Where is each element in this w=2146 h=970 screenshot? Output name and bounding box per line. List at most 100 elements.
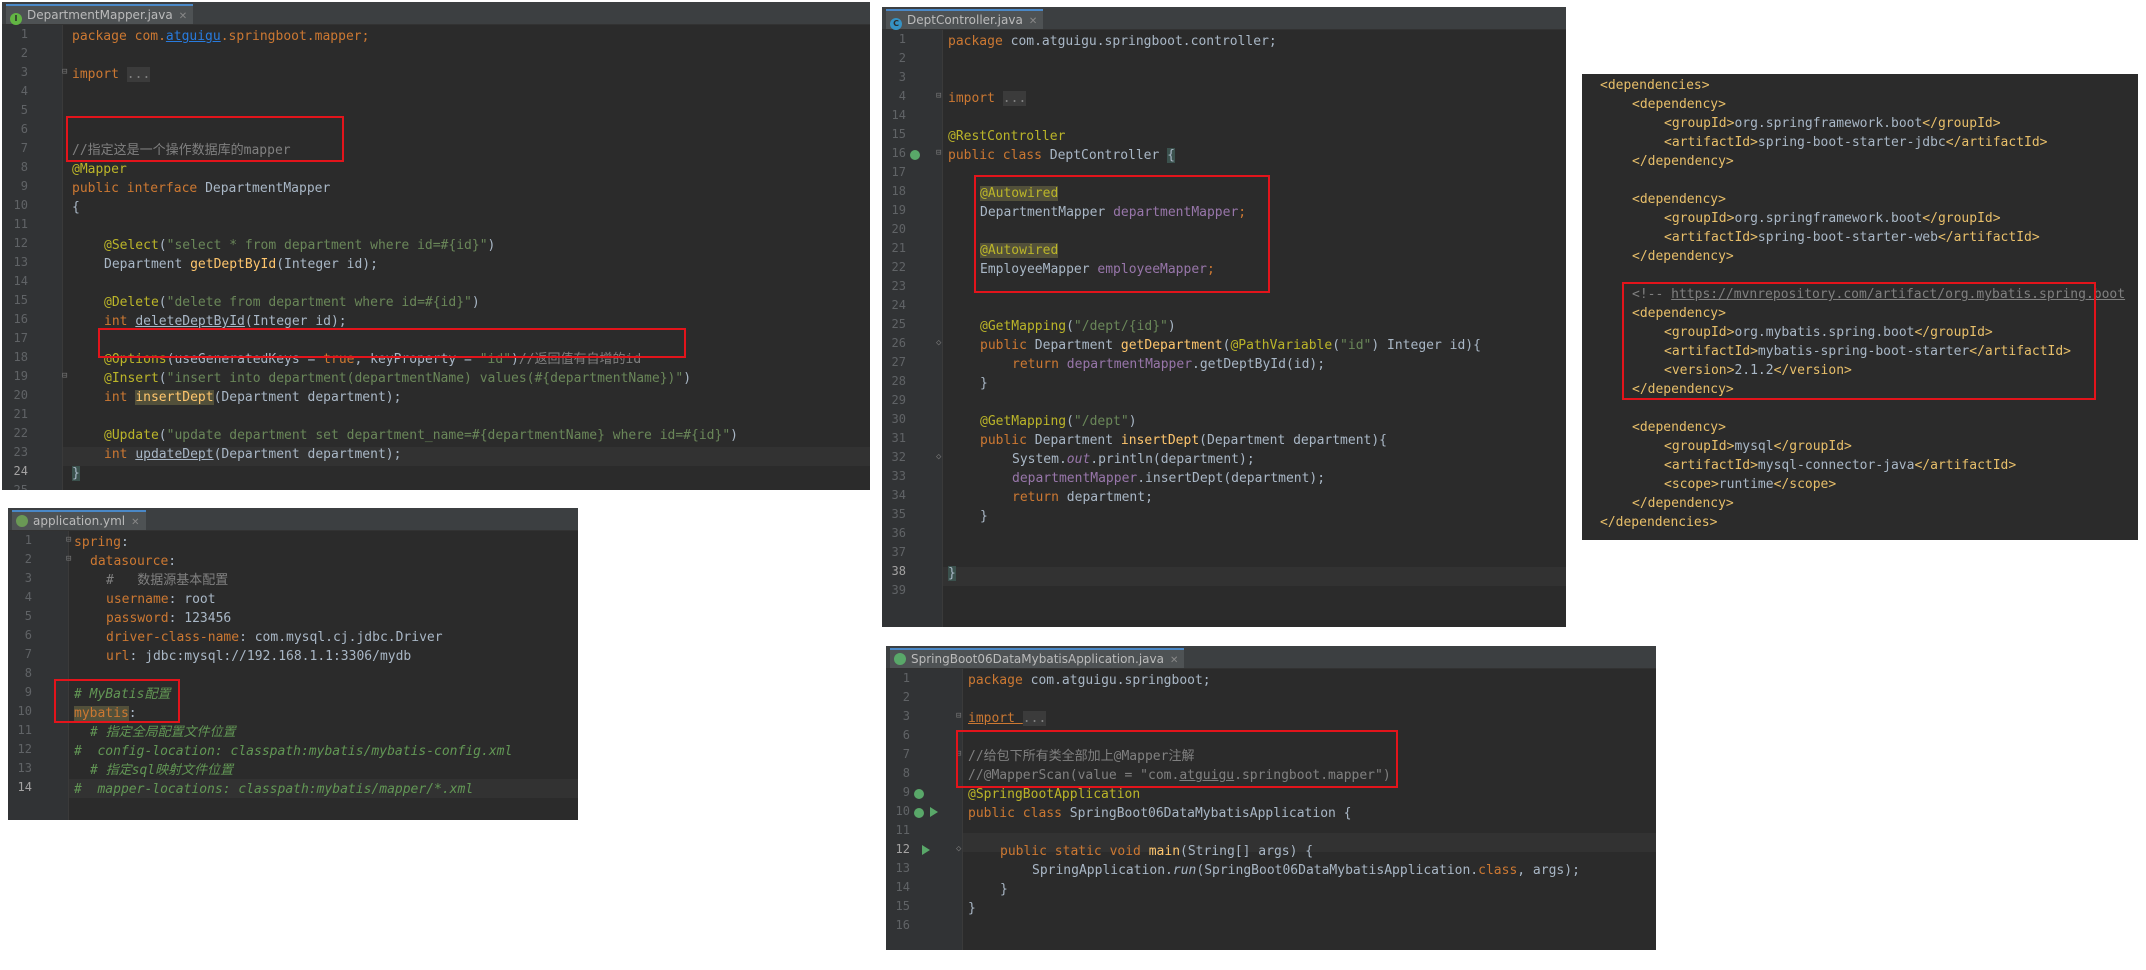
code-line: </dependency> — [1632, 249, 1734, 264]
fold-marker-icon[interactable]: ⊟ — [66, 554, 71, 564]
code-line: <groupId>org.springframework.boot</group… — [1664, 211, 2001, 226]
line-number: 14 — [895, 880, 910, 894]
code-line: System.out.println(department); — [1012, 452, 1255, 467]
line-number: 20 — [891, 222, 906, 236]
line-number: 23 — [891, 279, 906, 293]
fold-marker-icon[interactable]: ⊟ — [62, 67, 67, 77]
line-number: 21 — [13, 407, 28, 421]
code-line: import ... — [72, 67, 151, 82]
line-number: 6 — [20, 122, 28, 136]
code-line: <dependency> — [1632, 97, 1726, 112]
line-number: 27 — [891, 355, 906, 369]
close-tab-icon[interactable]: ✕ — [131, 517, 139, 528]
line-number: 16 — [13, 312, 28, 326]
code-line: datasource: — [90, 554, 177, 569]
current-line-highlight — [943, 567, 1566, 586]
tab-dept-controller[interactable]: C DeptController.java ✕ — [886, 9, 1044, 30]
line-number: 5 — [20, 103, 28, 117]
line-number: 10 — [17, 704, 32, 718]
line-number: 9 — [24, 685, 32, 699]
code-line: password: 123456 — [106, 611, 232, 626]
code-line: @GetMapping("/dept/{id}") — [980, 319, 1176, 334]
application-yml-editor[interactable]: application.yml ✕ 1 2 3 4 5 6 7 8 9 10 11… — [8, 508, 578, 820]
run-icon[interactable] — [922, 845, 930, 855]
line-number: 15 — [891, 127, 906, 141]
code-line: <dependency> — [1632, 192, 1726, 207]
fold-marker-icon[interactable]: ◇ — [936, 452, 941, 462]
code-line: spring: — [74, 535, 129, 550]
highlight-box-mybatis-dependency — [1622, 282, 2096, 400]
line-number: 28 — [891, 374, 906, 388]
tab-application-main[interactable]: SpringBoot06DataMybatisApplication.java ✕ — [890, 648, 1185, 668]
code-line: } — [968, 901, 976, 916]
application-main-editor[interactable]: SpringBoot06DataMybatisApplication.java ✕… — [886, 646, 1656, 950]
close-tab-icon[interactable]: ✕ — [1029, 16, 1037, 27]
line-number: 22 — [13, 426, 28, 440]
code-line: } — [980, 509, 988, 524]
line-number: 2 — [20, 46, 28, 60]
tab-department-mapper[interactable]: I DepartmentMapper.java ✕ — [6, 4, 194, 25]
spring-bean-icon[interactable] — [914, 808, 924, 818]
code-line: # mapper-locations: classpath:mybatis/ma… — [74, 782, 474, 797]
fold-marker-icon[interactable]: ◇ — [936, 338, 941, 348]
tab-application-yml[interactable]: application.yml ✕ — [12, 510, 146, 530]
close-tab-icon[interactable]: ✕ — [179, 11, 187, 22]
close-tab-icon[interactable]: ✕ — [1170, 655, 1178, 666]
line-number: 36 — [891, 526, 906, 540]
line-number: 3 — [20, 65, 28, 79]
line-number: 8 — [24, 666, 32, 680]
line-number: 37 — [891, 545, 906, 559]
fold-marker-icon[interactable]: ⊟ — [936, 91, 941, 101]
line-number: 8 — [20, 160, 28, 174]
line-number: 16 — [891, 146, 906, 160]
spring-bean-icon[interactable] — [914, 789, 924, 799]
code-line: package com.atguigu.springboot.controlle… — [948, 34, 1277, 49]
code-line: public Department getDepartment(@PathVar… — [980, 338, 1481, 353]
dept-controller-editor[interactable]: C DeptController.java ✕ 1 2 3 4 14 15 16 1… — [882, 7, 1566, 627]
line-number: 2 — [898, 51, 906, 65]
code-line: <artifactId>spring-boot-starter-jdbc</ar… — [1664, 135, 2048, 150]
department-mapper-editor[interactable]: I DepartmentMapper.java ✕ 1 2 3 4 5 6 7 8 … — [2, 2, 870, 490]
code-line: @RestController — [948, 129, 1066, 144]
fold-marker-icon[interactable]: ◇ — [956, 844, 961, 854]
code-line: Department getDeptById(Integer id); — [104, 257, 378, 272]
line-number: 14 — [13, 274, 28, 288]
code-line: int updateDept(Department department); — [104, 447, 402, 462]
pom-dependencies-snippet[interactable]: <dependencies> <dependency> <groupId>org… — [1582, 74, 2138, 540]
fold-marker-icon[interactable]: ⊟ — [62, 371, 67, 381]
line-number: 17 — [891, 165, 906, 179]
line-number: 30 — [891, 412, 906, 426]
yml-file-icon — [16, 515, 28, 527]
interface-file-icon: I — [10, 13, 22, 25]
fold-marker-icon[interactable]: ⊟ — [936, 148, 941, 158]
spring-bean-icon[interactable] — [910, 150, 920, 160]
line-number: 19 — [13, 369, 28, 383]
line-number: 10 — [13, 198, 28, 212]
fold-marker-icon[interactable]: ⊟ — [956, 711, 961, 721]
line-number: 12 — [13, 236, 28, 250]
line-number: 18 — [13, 350, 28, 364]
code-line: import ... — [948, 91, 1027, 106]
code-line: # config-location: classpath:mybatis/myb… — [74, 744, 513, 759]
line-number: 15 — [13, 293, 28, 307]
line-number: 1 — [24, 533, 32, 547]
run-icon[interactable] — [930, 807, 938, 817]
code-line: # 指定全局配置文件位置 — [90, 725, 236, 740]
line-number: 32 — [891, 450, 906, 464]
editor-tab-bar: I DepartmentMapper.java ✕ — [2, 2, 870, 25]
line-number: 22 — [891, 260, 906, 274]
highlight-box-mybatis-config — [54, 679, 180, 723]
fold-marker-icon[interactable]: ⊟ — [66, 535, 71, 545]
code-line: @Update("update department set departmen… — [104, 428, 738, 443]
line-number: 1 — [20, 27, 28, 41]
code-line: url: jdbc:mysql://192.168.1.1:3306/mydb — [106, 649, 412, 664]
code-line: return departmentMapper.getDeptById(id); — [1012, 357, 1326, 372]
line-number: 10 — [895, 804, 910, 818]
line-number: 1 — [898, 32, 906, 46]
line-number: 24 — [891, 298, 906, 312]
code-line: <groupId>org.springframework.boot</group… — [1664, 116, 2001, 131]
code-line: # 指定sql映射文件位置 — [90, 763, 234, 778]
line-number: 9 — [902, 785, 910, 799]
line-number: 6 — [902, 728, 910, 742]
line-number: 26 — [891, 336, 906, 350]
